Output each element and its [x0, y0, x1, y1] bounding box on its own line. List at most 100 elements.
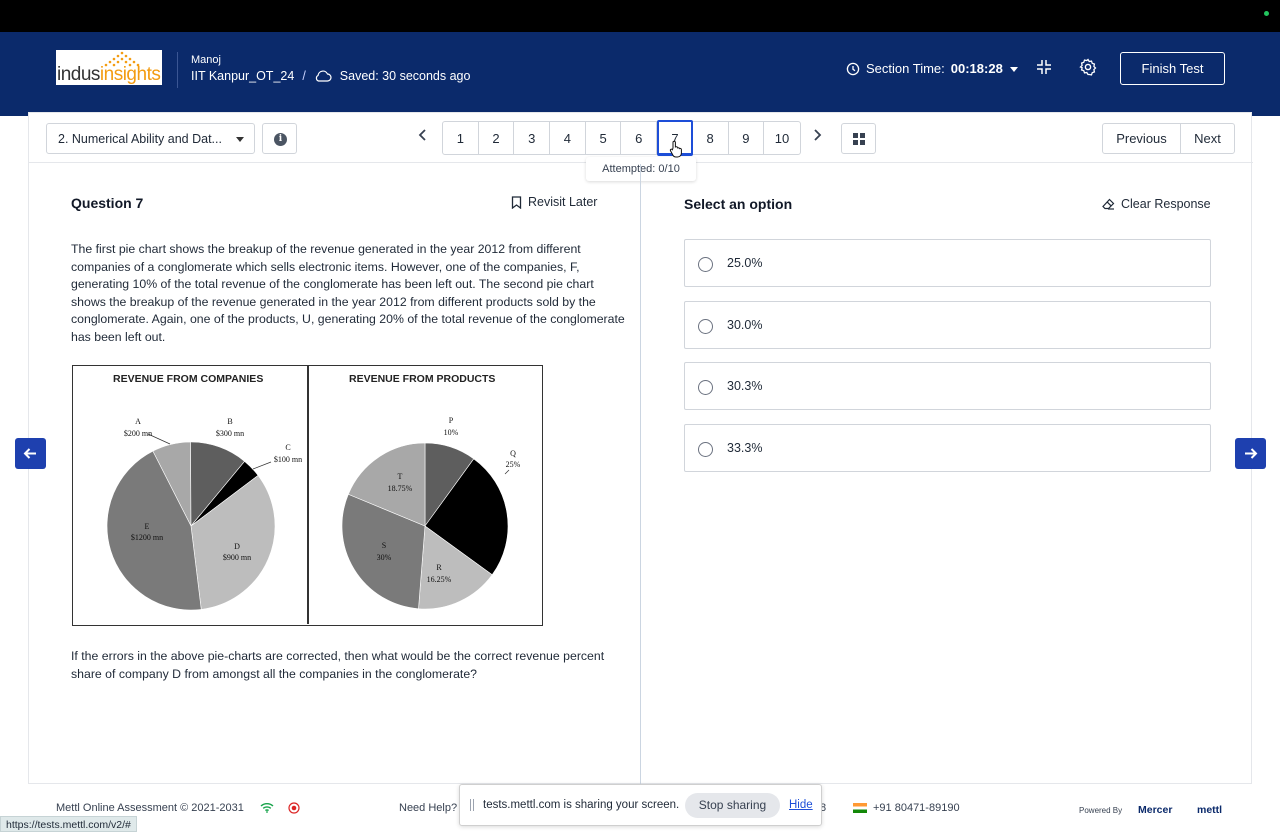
section-info-button[interactable]: i: [262, 123, 297, 154]
bookmark-icon: [511, 195, 522, 209]
answer-option-3[interactable]: 30.3%: [684, 362, 1211, 410]
pie-value-b: $300 mn: [216, 429, 244, 438]
app-header: indusinsights Manoj IIT Kanpur_OT_24 / S…: [0, 32, 1280, 116]
pie-label-p: P: [449, 416, 454, 425]
option-label: 25.0%: [727, 256, 763, 270]
pie-value-p: 10%: [444, 428, 459, 437]
eraser-icon: [1102, 198, 1115, 210]
pie-label-d: D: [234, 542, 240, 551]
header-divider: [177, 52, 178, 88]
test-breadcrumb: IIT Kanpur_OT_24 / Saved: 30 seconds ago: [191, 69, 470, 83]
section-select-value: 2. Numerical Ability and Dat...: [58, 132, 222, 146]
finish-test-button[interactable]: Finish Test: [1120, 52, 1225, 85]
option-radio[interactable]: [698, 257, 713, 272]
section-timer[interactable]: Section Time: 00:18:28: [846, 61, 1019, 76]
grid-icon: [853, 133, 858, 138]
hide-share-bar-link[interactable]: Hide: [789, 799, 813, 811]
answer-pane: Select an option Clear Response 25.0% 30…: [642, 164, 1252, 784]
pie-label-c: C: [285, 443, 290, 452]
question-number-8[interactable]: 8: [693, 122, 729, 154]
pie-value-c: $100 mn: [274, 455, 302, 464]
pie-label-e: E: [145, 522, 150, 531]
chevron-left-icon[interactable]: [417, 128, 429, 142]
mettl-logo: mettl: [1197, 804, 1223, 816]
question-number-1[interactable]: 1: [443, 122, 479, 154]
section-time-value: 00:18:28: [950, 61, 1003, 76]
pie-value-d: $900 mn: [223, 553, 251, 562]
pie-label-q: Q: [510, 449, 516, 458]
record-icon: [288, 802, 300, 814]
collapse-screen-icon[interactable]: [1035, 58, 1053, 76]
select-option-title: Select an option: [684, 196, 793, 212]
test-name: IIT Kanpur_OT_24: [191, 69, 295, 83]
question-number-9[interactable]: 9: [729, 122, 765, 154]
arrow-left-icon: [23, 448, 36, 459]
indus-insights-logo: indusinsights: [56, 50, 162, 85]
pie-label-a: A: [135, 417, 141, 426]
question-text: The first pie chart shows the breakup of…: [71, 242, 625, 344]
question-grid-button[interactable]: [841, 123, 876, 154]
question-prompt: If the errors in the above pie-charts ar…: [71, 649, 605, 681]
recording-indicator-icon: [1264, 11, 1269, 16]
pie-charts-figure: REVENUE FROM COMPANIES REVENUE FROM PROD…: [72, 365, 543, 626]
saved-status: Saved: 30 seconds ago: [339, 69, 471, 83]
question-pane: Question 7 Revisit Later The first pie c…: [29, 164, 641, 784]
drag-handle-icon[interactable]: [470, 799, 474, 811]
pie-value-t: 18.75%: [388, 484, 413, 493]
question-toolbar: 2. Numerical Ability and Dat... i 123456…: [29, 113, 1253, 181]
question-number-2[interactable]: 2: [479, 122, 515, 154]
previous-button[interactable]: Previous: [1103, 124, 1181, 153]
chevron-right-icon[interactable]: [811, 128, 823, 142]
section-time-label: Section Time:: [866, 61, 945, 76]
prev-next-group: Previous Next: [1102, 123, 1235, 154]
india-flag-icon: [853, 803, 867, 813]
option-radio[interactable]: [698, 380, 713, 395]
pie-value-q: 25%: [506, 460, 521, 469]
next-question-arrow[interactable]: [1235, 438, 1266, 469]
revisit-later-button[interactable]: Revisit Later: [511, 195, 597, 209]
settings-gear-icon[interactable]: [1079, 58, 1097, 76]
question-title: Question 7: [71, 195, 144, 211]
option-radio[interactable]: [698, 319, 713, 334]
option-radio[interactable]: [698, 442, 713, 457]
question-number-3[interactable]: 3: [514, 122, 551, 154]
phone-number: +91 80471-89190: [873, 802, 960, 814]
cloud-saved-icon: [315, 70, 332, 82]
pie-value-e: $1200 mn: [131, 533, 163, 542]
answer-option-2[interactable]: 30.0%: [684, 301, 1211, 349]
question-number-4[interactable]: 4: [550, 122, 586, 154]
option-label: 30.3%: [727, 379, 763, 393]
pie-label-b: B: [227, 417, 232, 426]
leader-line-q: [504, 469, 510, 475]
pie-value-s: 30%: [377, 553, 392, 562]
hand-cursor-icon: [669, 140, 682, 158]
question-number-5[interactable]: 5: [586, 122, 622, 154]
browser-top-bar: [0, 0, 1280, 32]
answer-option-4[interactable]: 33.3%: [684, 424, 1211, 472]
arrow-right-icon: [1245, 448, 1258, 459]
pie-charts-svg: A $200 mn B $300 mn C $100 mn D $900 mn E $1200 m…: [106, 416, 521, 611]
question-number-10[interactable]: 10: [764, 122, 800, 154]
previous-question-arrow[interactable]: [15, 438, 46, 469]
revisit-later-label: Revisit Later: [528, 195, 598, 209]
section-select[interactable]: 2. Numerical Ability and Dat...: [46, 123, 255, 154]
answer-option-1[interactable]: 25.0%: [684, 239, 1211, 287]
chevron-down-icon: [236, 137, 244, 142]
clear-response-button[interactable]: Clear Response: [1102, 197, 1211, 211]
option-label: 30.0%: [727, 318, 763, 332]
page-footer: Mettl Online Assessment © 2021-2031 Need…: [0, 784, 1280, 832]
question-number-6[interactable]: 6: [621, 122, 658, 154]
clock-icon: [846, 62, 860, 75]
question-card: 2. Numerical Ability and Dat... i 123456…: [28, 112, 1253, 784]
question-number-nav: 1 2 3 4 5 6 7 8 9 10: [442, 120, 801, 156]
need-help-link[interactable]: Need Help?: [399, 802, 457, 814]
status-bar-url: https://tests.mettl.com/v2/#: [0, 816, 137, 832]
clear-response-label: Clear Response: [1121, 197, 1211, 211]
copyright-text: Mettl Online Assessment © 2021-2031: [56, 802, 244, 814]
wifi-icon: [260, 803, 274, 813]
pie-value-a: $200 mn: [124, 429, 152, 438]
stop-sharing-button[interactable]: Stop sharing: [685, 793, 780, 818]
pie-label-t: T: [398, 472, 403, 481]
leader-line-c: [252, 461, 272, 470]
next-button[interactable]: Next: [1181, 124, 1234, 153]
